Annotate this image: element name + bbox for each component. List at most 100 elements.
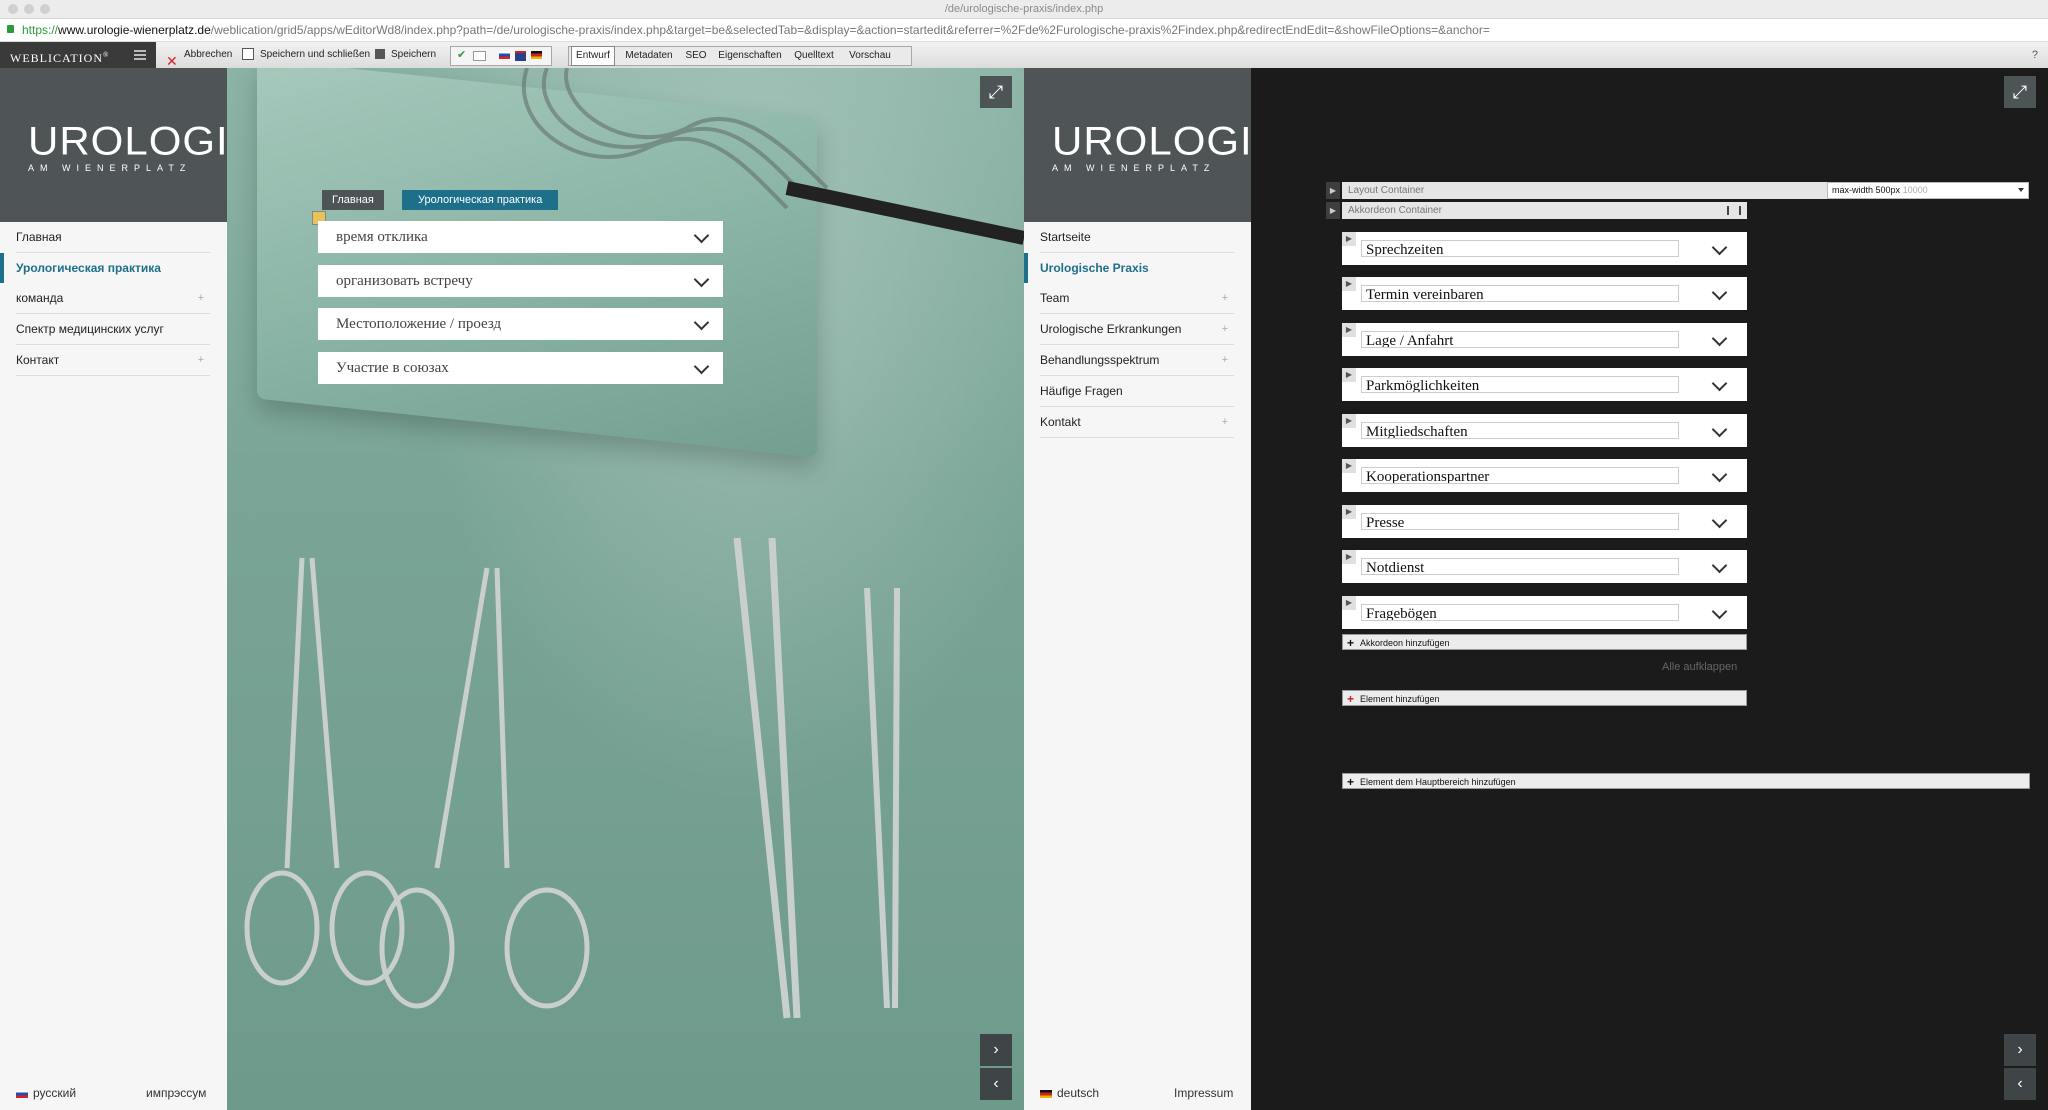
- accordion-title-field[interactable]: Sprechzeiten: [1361, 240, 1679, 257]
- flag-gb-icon[interactable]: [515, 51, 526, 61]
- menu-icon[interactable]: [134, 50, 146, 60]
- collapse-triangle-icon[interactable]: ▶: [1342, 459, 1356, 473]
- tab-vorschau[interactable]: Vorschau: [845, 47, 895, 65]
- ru-language-link[interactable]: русский: [16, 1086, 76, 1100]
- ru-accordion-item[interactable]: Участие в союзах: [318, 352, 723, 384]
- de-nav-item-erkrankungen[interactable]: Urologische Erkrankungen +: [1040, 314, 1234, 345]
- chevron-down-icon[interactable]: [1711, 284, 1728, 301]
- ru-nav-item-practice[interactable]: Урологическая практика: [0, 253, 210, 283]
- settings-sliders-icon[interactable]: [1727, 206, 1741, 215]
- zoom-window-icon[interactable]: [40, 4, 50, 14]
- address-bar[interactable]: https://www.urologie-wienerplatz.de/webl…: [0, 19, 2048, 42]
- accordion-title-field[interactable]: Lage / Anfahrt: [1361, 331, 1679, 348]
- collapse-triangle-icon[interactable]: ▶: [1342, 414, 1356, 428]
- chevron-down-icon[interactable]: [1711, 239, 1728, 256]
- breadcrumb-current[interactable]: Урологическая практика: [402, 190, 559, 210]
- de-nav-item-startseite[interactable]: Startseite: [1040, 222, 1234, 253]
- accordion-title-field[interactable]: Mitgliedschaften: [1361, 422, 1679, 439]
- ru-accordion-item[interactable]: время отклика: [318, 221, 723, 253]
- ru-accordion-item[interactable]: Местоположение / проезд: [318, 308, 723, 340]
- collapse-triangle-icon[interactable]: ▶: [1342, 323, 1356, 337]
- de-accordion-item[interactable]: ▶ Lage / Anfahrt: [1342, 323, 1747, 356]
- accordion-title-field[interactable]: Parkmöglichkeiten: [1361, 376, 1679, 393]
- flag-de-icon[interactable]: [531, 51, 542, 59]
- de-nav-item-praxis[interactable]: Urologische Praxis: [1024, 253, 1234, 283]
- flag-ru-icon[interactable]: [499, 51, 510, 59]
- de-nav-item-fragen[interactable]: Häufige Fragen: [1040, 376, 1234, 407]
- expand-all-link[interactable]: Alle aufklappen: [1662, 661, 1737, 673]
- collapse-triangle-icon[interactable]: ▶: [1342, 232, 1356, 246]
- collapse-triangle-icon[interactable]: ▶: [1342, 550, 1356, 564]
- de-accordion-item[interactable]: ▶ Termin vereinbaren: [1342, 277, 1747, 310]
- chevron-down-icon[interactable]: [1711, 603, 1728, 620]
- accordion-title-field[interactable]: Termin vereinbaren: [1361, 285, 1679, 302]
- ru-nav-item-contact[interactable]: Контакт +: [16, 345, 210, 376]
- de-imprint-link[interactable]: Impressum: [1174, 1086, 1233, 1100]
- page-icon[interactable]: [473, 51, 486, 61]
- prev-arrow-icon[interactable]: ‹: [980, 1068, 1012, 1100]
- chevron-down-icon[interactable]: [1711, 421, 1728, 438]
- tab-entwurf[interactable]: Entwurf: [571, 46, 615, 66]
- accordion-title-field[interactable]: Kooperationspartner: [1361, 467, 1679, 484]
- expand-icon[interactable]: ⤢: [980, 76, 1012, 108]
- browser-title-bar: /de/urologische-praxis/index.php: [0, 0, 2048, 19]
- help-icon[interactable]: ?: [2032, 42, 2038, 68]
- de-accordion-item[interactable]: ▶ Mitgliedschaften: [1342, 414, 1747, 447]
- chevron-down-icon[interactable]: [1711, 375, 1728, 392]
- de-accordion-item[interactable]: ▶ Kooperationspartner: [1342, 459, 1747, 492]
- tab-quelltext[interactable]: Quelltext: [789, 47, 839, 65]
- accordion-title-field[interactable]: Notdienst: [1361, 558, 1679, 575]
- accordion-title-field[interactable]: Presse: [1361, 513, 1679, 530]
- close-window-icon[interactable]: [8, 4, 18, 14]
- de-language-link[interactable]: deutsch: [1040, 1086, 1099, 1100]
- tab-eigenschaften[interactable]: Eigenschaften: [717, 47, 783, 65]
- accordion-container-row[interactable]: ▶ Akkordeon Container: [1326, 202, 1747, 219]
- ru-nav-item-team[interactable]: команда +: [16, 283, 210, 314]
- de-nav-item-behandlung[interactable]: Behandlungsspektrum +: [1040, 345, 1234, 376]
- tab-seo[interactable]: SEO: [681, 47, 711, 65]
- de-accordion-item[interactable]: ▶ Presse: [1342, 505, 1747, 538]
- add-element-button[interactable]: + Element hinzufügen: [1342, 690, 1747, 706]
- add-accordion-button[interactable]: + Akkordeon hinzufügen: [1342, 634, 1747, 650]
- de-accordion-item[interactable]: ▶ Sprechzeiten: [1342, 232, 1747, 265]
- accordion-title-field[interactable]: Fragebögen: [1361, 604, 1679, 621]
- collapse-triangle-icon[interactable]: ▶: [1342, 277, 1356, 291]
- de-accordion-item[interactable]: ▶ Parkmöglichkeiten: [1342, 368, 1747, 401]
- de-sidebar: UROLOGIE AM WIENERPLATZ Startseite Urolo…: [1024, 68, 1281, 1110]
- de-logo[interactable]: UROLOGIE AM WIENERPLATZ: [1052, 121, 1281, 173]
- de-nav-item-kontakt[interactable]: Kontakt +: [1040, 407, 1234, 438]
- de-accordion-item[interactable]: ▶ Notdienst: [1342, 550, 1747, 583]
- chevron-down-icon[interactable]: [1711, 557, 1728, 574]
- ru-nav-item-services[interactable]: Спектр медицинских услуг: [16, 314, 210, 345]
- de-accordion-item[interactable]: ▶ Fragebögen: [1342, 596, 1747, 629]
- ru-hero-image: Главная Урологическая практика время отк…: [227, 68, 1024, 1110]
- ru-logo[interactable]: UROLOGIE AM WIENERPLATZ: [28, 121, 257, 173]
- collapse-triangle-icon[interactable]: ▶: [1342, 596, 1356, 610]
- save-close-button[interactable]: Speichern und schließen: [242, 42, 370, 68]
- ru-imprint-link[interactable]: импрэссум: [146, 1086, 206, 1100]
- layout-container-row[interactable]: ▶ Layout Container max-width 500px 10000: [1326, 182, 2029, 199]
- add-main-element-button[interactable]: + Element dem Hauptbereich hinzufügen: [1342, 773, 2030, 789]
- prev-arrow-icon[interactable]: ‹: [2004, 1068, 2036, 1100]
- chevron-down-icon[interactable]: [1711, 330, 1728, 347]
- save-button[interactable]: Speichern: [375, 42, 436, 68]
- url-text[interactable]: https://www.urologie-wienerplatz.de/webl…: [22, 19, 1490, 41]
- chevron-down-icon[interactable]: [1711, 512, 1728, 529]
- expand-icon[interactable]: ⤢: [2004, 76, 2036, 108]
- minimize-window-icon[interactable]: [24, 4, 34, 14]
- ru-nav-item-home[interactable]: Главная: [16, 222, 210, 253]
- max-width-select[interactable]: max-width 500px 10000: [1827, 182, 2029, 199]
- collapse-triangle-icon[interactable]: ▶: [1342, 505, 1356, 519]
- next-arrow-icon[interactable]: ›: [980, 1034, 1012, 1066]
- check-icon[interactable]: ✔: [457, 48, 468, 61]
- tab-metadaten[interactable]: Metadaten: [621, 47, 677, 65]
- collapse-triangle-icon[interactable]: ▶: [1326, 202, 1340, 219]
- next-arrow-icon[interactable]: ›: [2004, 1034, 2036, 1066]
- breadcrumb-home[interactable]: Главная: [322, 190, 384, 210]
- de-nav-item-team[interactable]: Team +: [1040, 283, 1234, 314]
- ru-accordion-item[interactable]: организовать встречу: [318, 265, 723, 297]
- cancel-button[interactable]: ✕ Abbrechen: [166, 42, 232, 69]
- collapse-triangle-icon[interactable]: ▶: [1326, 182, 1340, 199]
- chevron-down-icon[interactable]: [1711, 466, 1728, 483]
- collapse-triangle-icon[interactable]: ▶: [1342, 368, 1356, 382]
